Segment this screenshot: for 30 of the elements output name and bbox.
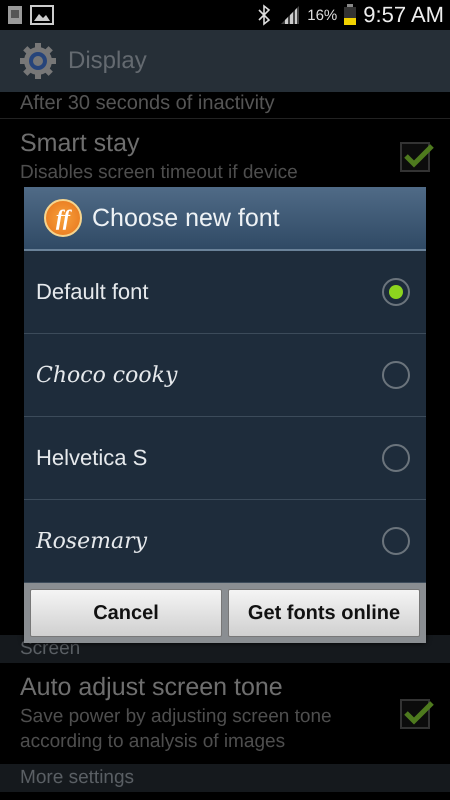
setting-title: Auto adjust screen tone: [20, 673, 284, 702]
font-option[interactable]: Rosemary: [24, 500, 426, 583]
battery-level: 16%: [307, 6, 338, 24]
dialog-title: Choose new font: [92, 204, 280, 232]
font-name: Helvetica S: [36, 445, 148, 471]
clock: 9:57 AM: [363, 2, 444, 28]
image-icon: [30, 4, 54, 26]
font-option[interactable]: Choco cooky: [24, 334, 426, 417]
font-name: Choco cooky: [36, 362, 179, 388]
radio-button[interactable]: [382, 527, 410, 555]
sim-card-icon: [6, 4, 24, 26]
radio-button[interactable]: [382, 361, 410, 389]
font-name: Default font: [36, 279, 150, 305]
font-option[interactable]: Default font: [24, 251, 426, 334]
section-header: More settings: [0, 764, 450, 792]
radio-button[interactable]: [382, 444, 410, 472]
screen-title: Display: [68, 47, 147, 75]
font-option[interactable]: Helvetica S: [24, 417, 426, 500]
dialog-button[interactable]: Cancel: [30, 589, 222, 637]
radio-button[interactable]: [382, 278, 410, 306]
battery-icon: [343, 4, 358, 26]
font-name: Rosemary: [36, 528, 148, 554]
app-logo: ff: [44, 199, 82, 237]
setting-summary: Save power by adjusting screen tone according to analysis of images: [20, 705, 333, 754]
setting-summary: Disables screen timeout if device: [20, 161, 299, 185]
setting-summary: After 30 seconds of inactivity: [0, 92, 450, 119]
setting-title: Smart stay: [20, 129, 140, 158]
settings-icon: [18, 41, 58, 81]
signal-icon: [279, 4, 302, 26]
dialog-button[interactable]: Get fonts online: [228, 589, 420, 637]
